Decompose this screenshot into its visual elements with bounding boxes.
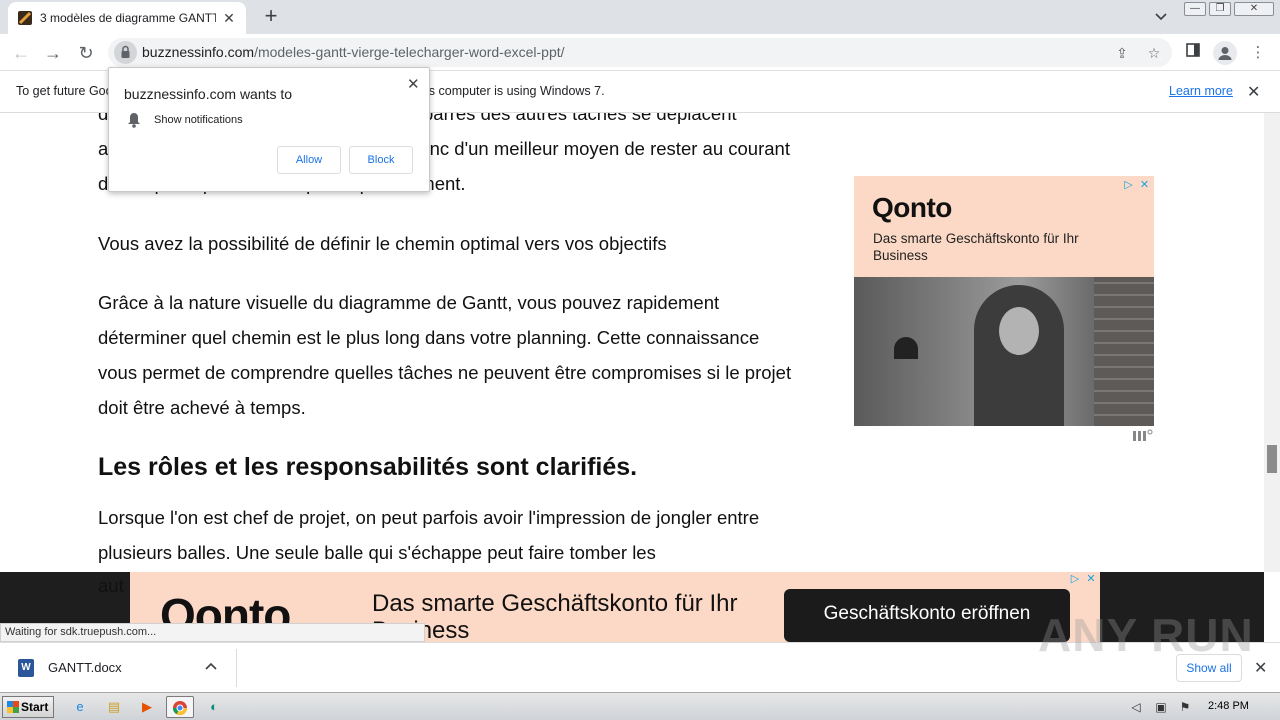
- paragraph-2: Grâce à la nature visuelle du diagramme …: [98, 292, 792, 418]
- side-ad[interactable]: Qonto Das smarte Geschäftskonto für Ihr …: [854, 176, 1154, 426]
- side-panel-icon[interactable]: [1181, 41, 1205, 65]
- start-label: Start: [21, 700, 49, 714]
- download-separator: [236, 649, 237, 687]
- tab-title: 3 modèles de diagramme GANTT vierge: [40, 11, 216, 25]
- ad-text: Das smarte Geschäftskonto für Ihr Busine…: [873, 231, 1079, 263]
- back-icon[interactable]: ←: [8, 40, 34, 66]
- close-tab-icon[interactable]: ✕: [220, 9, 238, 27]
- close-download-bar-icon[interactable]: ✕: [1254, 658, 1267, 678]
- page-scrollbar[interactable]: [1264, 113, 1280, 572]
- paragraph-3: Lorsque l'on est chef de projet, on peut…: [98, 507, 760, 563]
- media-player-icon[interactable]: ▶: [133, 696, 161, 718]
- lock-icon[interactable]: [114, 41, 137, 64]
- popup-close-icon[interactable]: ✕: [407, 75, 420, 93]
- new-tab-button[interactable]: +: [258, 4, 284, 30]
- site-favicon-icon: [18, 11, 32, 25]
- ad-face: [999, 307, 1039, 355]
- edge-icon[interactable]: ◐: [200, 696, 228, 718]
- close-window-button[interactable]: ✕: [1234, 2, 1274, 16]
- internet-explorer-icon[interactable]: e: [66, 696, 94, 718]
- tab-strip: 3 modèles de diagramme GANTT vierge ✕ + …: [0, 0, 1280, 34]
- close-infobar-icon[interactable]: ✕: [1247, 82, 1260, 102]
- tab-active[interactable]: 3 modèles de diagramme GANTT vierge ✕: [8, 2, 246, 34]
- share-icon[interactable]: ⇪: [1112, 43, 1132, 63]
- banner-cta-button[interactable]: Geschäftskonto eröffnen: [784, 589, 1070, 642]
- network-icon[interactable]: ▣: [1153, 699, 1169, 715]
- permission-label: Show notifications: [154, 114, 243, 126]
- paragraph-3-tail: aut: [98, 575, 124, 596]
- ad-close-icon[interactable]: ✕: [1138, 179, 1151, 192]
- start-button[interactable]: Start: [2, 696, 54, 718]
- browser-toolbar: ← → ↻ buzznessinfo.com/modeles-gantt-vie…: [0, 34, 1280, 71]
- block-button[interactable]: Block: [349, 146, 413, 174]
- file-explorer-icon[interactable]: ▤: [100, 696, 128, 718]
- chevron-up-icon[interactable]: [205, 658, 217, 673]
- url-path: /modeles-gantt-vierge-telecharger-word-e…: [254, 44, 565, 60]
- download-filename[interactable]: GANTT.docx: [48, 660, 122, 675]
- status-bubble: Waiting for sdk.truepush.com...: [0, 623, 425, 642]
- chrome-taskbar-icon[interactable]: [166, 696, 194, 718]
- reload-icon[interactable]: ↻: [73, 40, 99, 66]
- learn-more-link[interactable]: Learn more: [1169, 84, 1233, 98]
- tab-search-chevron-icon[interactable]: [1150, 6, 1172, 28]
- section-heading: Les rôles et les responsabilités sont cl…: [98, 453, 638, 481]
- scrollbar-thumb[interactable]: [1267, 445, 1277, 473]
- adchoices-icon[interactable]: ▷: [1122, 179, 1135, 192]
- ad-brick-wall: [1094, 277, 1154, 426]
- banner-adchoices-icon[interactable]: ▷: [1068, 572, 1082, 586]
- menu-kebab-icon[interactable]: ⋮: [1246, 41, 1270, 65]
- word-document-icon: W: [18, 659, 34, 677]
- ad-photo: [854, 277, 1154, 426]
- banner-close-icon[interactable]: ✕: [1084, 572, 1098, 586]
- allow-button[interactable]: Allow: [277, 146, 341, 174]
- bookmark-star-icon[interactable]: ☆: [1144, 43, 1164, 63]
- ad-lamp: [894, 337, 918, 359]
- url-domain: buzznessinfo.com: [142, 44, 255, 60]
- anyrun-watermark: ANY RUN: [1038, 609, 1254, 661]
- profile-avatar-icon[interactable]: [1213, 41, 1237, 65]
- ad-logo: Qonto: [872, 192, 952, 223]
- notification-permission-popup: buzznessinfo.com wants to ✕ Show notific…: [108, 67, 430, 192]
- paragraph-1: Vous avez la possibilité de définir le c…: [98, 233, 667, 254]
- banner-ad-text: Das smarte Geschäftskonto für Ihr Busine…: [372, 590, 738, 642]
- screen: 3 modèles de diagramme GANTT vierge ✕ + …: [0, 0, 1280, 720]
- address-bar[interactable]: buzznessinfo.com/modeles-gantt-vierge-te…: [108, 38, 1172, 67]
- windows-logo-icon: [7, 701, 19, 713]
- minimize-window-button[interactable]: —: [1184, 2, 1206, 16]
- ad-network-logo-icon: [1133, 429, 1153, 444]
- popup-title: buzznessinfo.com wants to: [124, 86, 293, 102]
- windows-taskbar: Start e ▤ ▶ ◐ ◁ ▣ ⚑ 2:48 PM: [0, 692, 1280, 720]
- action-center-flag-icon[interactable]: ⚑: [1177, 699, 1193, 715]
- restore-window-button[interactable]: ❐: [1209, 2, 1231, 16]
- bell-icon: [128, 113, 140, 128]
- volume-icon[interactable]: ◁: [1128, 699, 1144, 715]
- url-text[interactable]: buzznessinfo.com/modeles-gantt-vierge-te…: [142, 44, 565, 60]
- forward-icon[interactable]: →: [40, 40, 66, 66]
- clock[interactable]: 2:48 PM: [1208, 700, 1249, 712]
